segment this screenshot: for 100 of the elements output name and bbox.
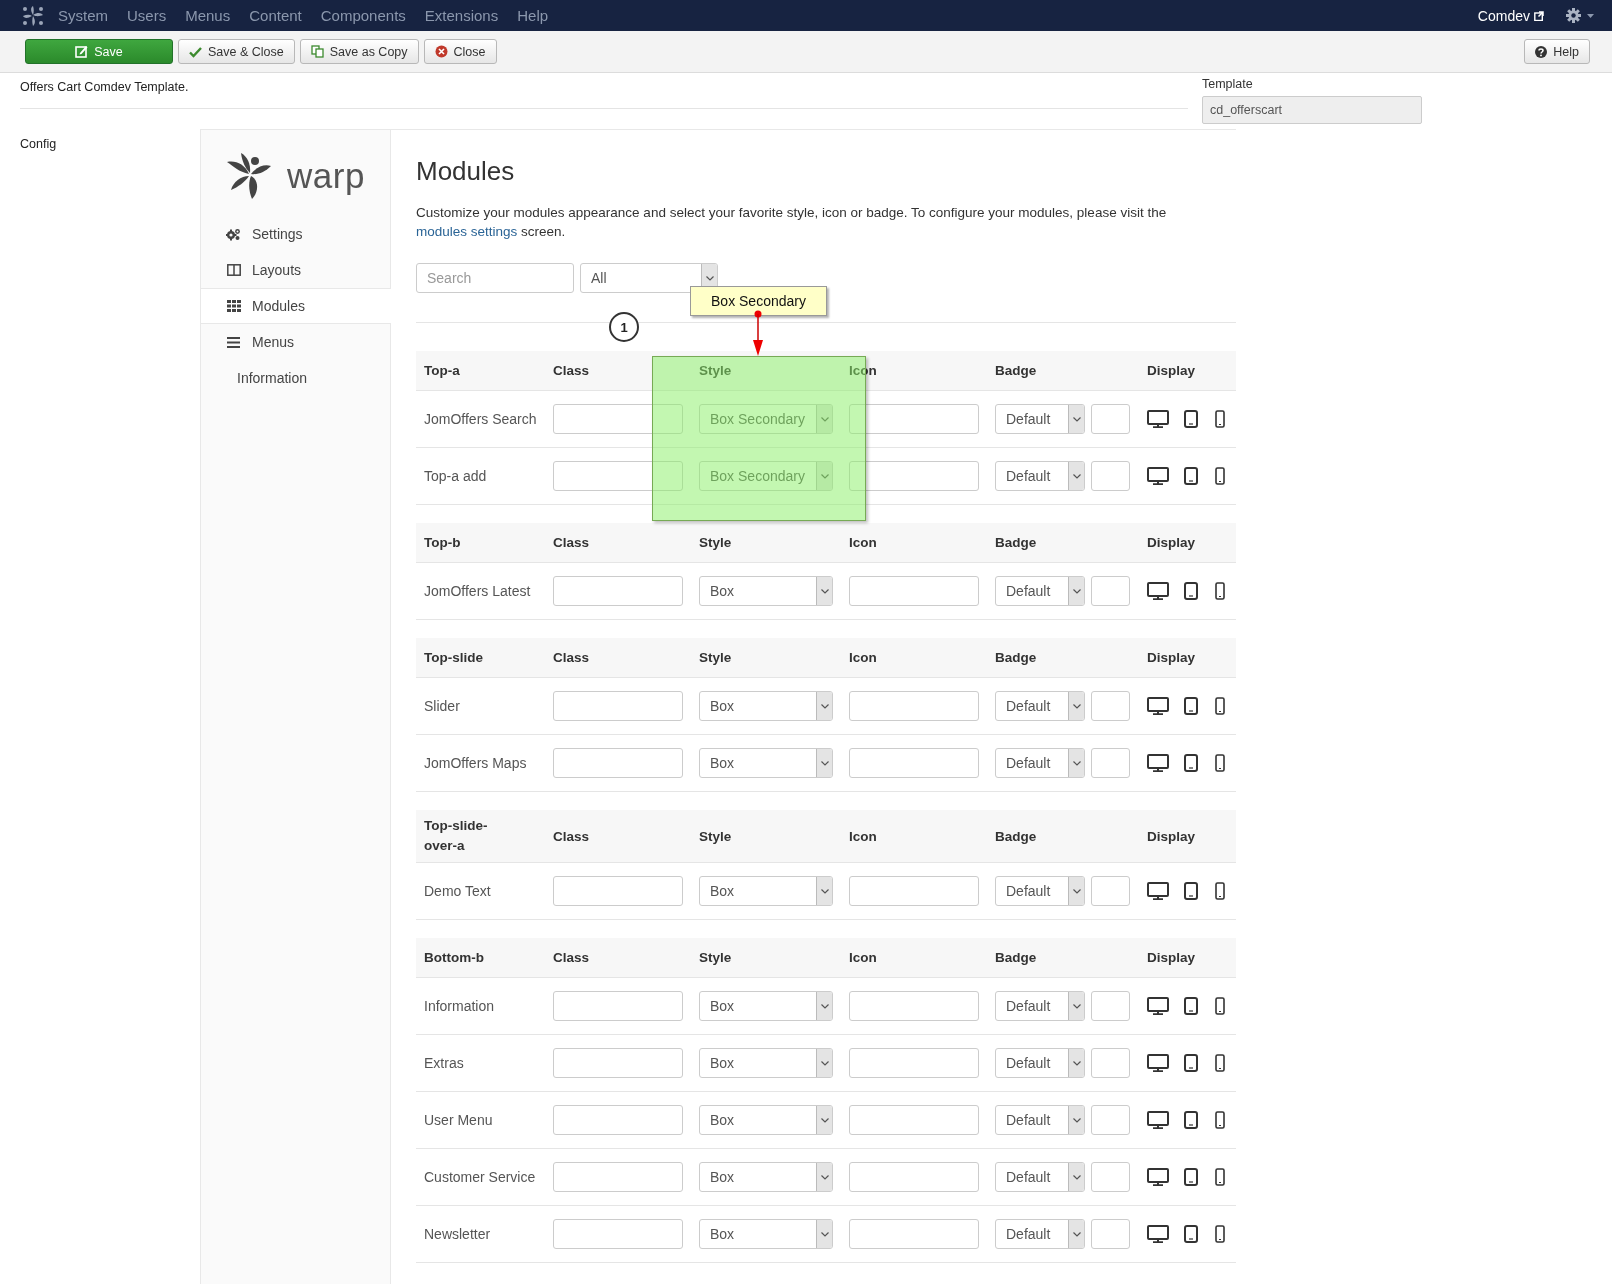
class-field[interactable] (553, 1105, 683, 1135)
save-close-button[interactable]: Save & Close (178, 39, 295, 64)
tablet-icon[interactable] (1184, 1225, 1198, 1243)
phone-icon[interactable] (1215, 697, 1225, 715)
icon-field[interactable] (849, 991, 979, 1021)
badge-text-field[interactable] (1091, 1162, 1130, 1192)
badge-select[interactable]: Default (995, 991, 1085, 1021)
menu-link[interactable]: System (58, 7, 108, 24)
badge-text-field[interactable] (1091, 876, 1130, 906)
sidebar-item[interactable]: Settings (201, 216, 390, 252)
phone-icon[interactable] (1215, 1054, 1225, 1072)
style-select[interactable]: Box (699, 991, 833, 1021)
badge-select[interactable]: Default (995, 748, 1085, 778)
style-select[interactable]: Box (699, 1162, 833, 1192)
badge-select[interactable]: Default (995, 461, 1085, 491)
desktop-icon[interactable] (1147, 697, 1169, 715)
sidebar-item[interactable]: Information (201, 360, 390, 396)
desktop-icon[interactable] (1147, 1054, 1169, 1072)
template-field[interactable]: cd_offerscart (1202, 96, 1422, 124)
class-field[interactable] (553, 461, 683, 491)
sidebar-item[interactable]: Menus (201, 324, 390, 360)
desktop-icon[interactable] (1147, 582, 1169, 600)
badge-select[interactable]: Default (995, 1105, 1085, 1135)
phone-icon[interactable] (1215, 410, 1225, 428)
class-field[interactable] (553, 1048, 683, 1078)
badge-text-field[interactable] (1091, 1219, 1130, 1249)
phone-icon[interactable] (1215, 1111, 1225, 1129)
filter-select[interactable]: All (580, 263, 718, 293)
tablet-icon[interactable] (1184, 582, 1198, 600)
icon-field[interactable] (849, 1162, 979, 1192)
close-button[interactable]: Close (423, 39, 497, 64)
badge-text-field[interactable] (1091, 691, 1130, 721)
icon-field[interactable] (849, 576, 979, 606)
style-select[interactable]: Box (699, 1105, 833, 1135)
badge-text-field[interactable] (1091, 991, 1130, 1021)
settings-icon[interactable] (1566, 8, 1581, 23)
phone-icon[interactable] (1215, 997, 1225, 1015)
class-field[interactable] (553, 1219, 683, 1249)
save-as-copy-button[interactable]: Save as Copy (299, 39, 419, 64)
sidebar-item[interactable]: Modules (201, 288, 391, 324)
badge-select[interactable]: Default (995, 576, 1085, 606)
phone-icon[interactable] (1215, 467, 1225, 485)
desktop-icon[interactable] (1147, 997, 1169, 1015)
class-field[interactable] (553, 576, 683, 606)
desktop-icon[interactable] (1147, 467, 1169, 485)
class-field[interactable] (553, 876, 683, 906)
tablet-icon[interactable] (1184, 882, 1198, 900)
badge-select[interactable]: Default (995, 1219, 1085, 1249)
badge-select[interactable]: Default (995, 1048, 1085, 1078)
desktop-icon[interactable] (1147, 1168, 1169, 1186)
style-select[interactable]: Box (699, 748, 833, 778)
style-select[interactable]: Box (699, 691, 833, 721)
desktop-icon[interactable] (1147, 882, 1169, 900)
icon-field[interactable] (849, 461, 979, 491)
menu-link[interactable]: Help (517, 7, 549, 24)
phone-icon[interactable] (1215, 1225, 1225, 1243)
tablet-icon[interactable] (1184, 1111, 1198, 1129)
tablet-icon[interactable] (1184, 1054, 1198, 1072)
icon-field[interactable] (849, 1048, 979, 1078)
search-field[interactable]: Search (416, 263, 574, 293)
tablet-icon[interactable] (1184, 697, 1198, 715)
class-field[interactable] (553, 748, 683, 778)
badge-text-field[interactable] (1091, 1105, 1130, 1135)
icon-field[interactable] (849, 404, 979, 434)
tablet-icon[interactable] (1184, 410, 1198, 428)
style-select[interactable]: Box (699, 876, 833, 906)
menu-link[interactable]: Menus (185, 7, 231, 24)
badge-text-field[interactable] (1091, 404, 1130, 434)
badge-text-field[interactable] (1091, 461, 1130, 491)
help-button[interactable]: Help (1524, 39, 1590, 64)
desktop-icon[interactable] (1147, 410, 1169, 428)
class-field[interactable] (553, 404, 683, 434)
save-button[interactable]: Save (25, 39, 173, 64)
tablet-icon[interactable] (1184, 467, 1198, 485)
user-link[interactable]: Comdev (1477, 7, 1530, 24)
sidebar-item[interactable]: Layouts (201, 252, 390, 288)
icon-field[interactable] (849, 1105, 979, 1135)
menu-link[interactable]: Content (249, 7, 302, 24)
phone-icon[interactable] (1215, 1168, 1225, 1186)
tablet-icon[interactable] (1184, 754, 1198, 772)
icon-field[interactable] (849, 691, 979, 721)
icon-field[interactable] (849, 1219, 979, 1249)
phone-icon[interactable] (1215, 882, 1225, 900)
style-select[interactable]: Box (699, 1048, 833, 1078)
tablet-icon[interactable] (1184, 997, 1198, 1015)
icon-field[interactable] (849, 876, 979, 906)
icon-field[interactable] (849, 748, 979, 778)
badge-select[interactable]: Default (995, 404, 1085, 434)
desktop-icon[interactable] (1147, 1225, 1169, 1243)
class-field[interactable] (553, 1162, 683, 1192)
badge-select[interactable]: Default (995, 876, 1085, 906)
menu-link[interactable]: Components (320, 7, 406, 24)
desktop-icon[interactable] (1147, 754, 1169, 772)
phone-icon[interactable] (1215, 582, 1225, 600)
badge-text-field[interactable] (1091, 748, 1130, 778)
class-field[interactable] (553, 691, 683, 721)
badge-select[interactable]: Default (995, 1162, 1085, 1192)
modules-settings-link[interactable]: modules settings (416, 224, 518, 239)
phone-icon[interactable] (1215, 754, 1225, 772)
class-field[interactable] (553, 991, 683, 1021)
